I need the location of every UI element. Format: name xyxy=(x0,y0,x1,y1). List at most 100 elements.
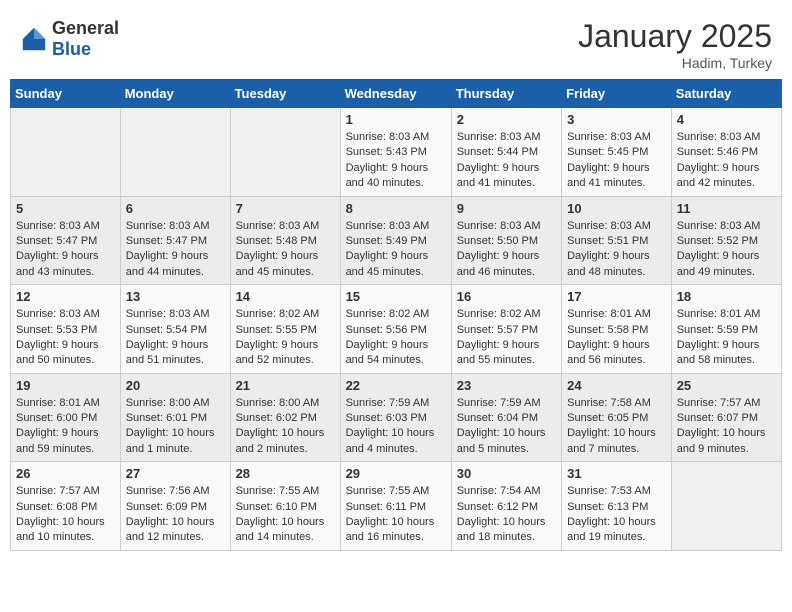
month-title: January 2025 xyxy=(578,18,772,55)
calendar-cell: 18Sunrise: 8:01 AM Sunset: 5:59 PM Dayli… xyxy=(671,285,781,374)
day-number: 13 xyxy=(126,289,225,304)
calendar-cell: 9Sunrise: 8:03 AM Sunset: 5:50 PM Daylig… xyxy=(451,196,561,285)
day-number: 17 xyxy=(567,289,666,304)
day-content: Sunrise: 8:00 AM Sunset: 6:02 PM Dayligh… xyxy=(236,396,335,458)
calendar-cell: 5Sunrise: 8:03 AM Sunset: 5:47 PM Daylig… xyxy=(11,196,121,285)
calendar-cell: 12Sunrise: 8:03 AM Sunset: 5:53 PM Dayli… xyxy=(11,285,121,374)
calendar-cell: 7 Sunrise: 8:03 AM Sunset: 5:48 PM Daylig… xyxy=(230,196,340,285)
weekday-header: Saturday xyxy=(671,80,781,108)
day-content: Sunrise: 8:03 AM Sunset: 5:47 PM Dayligh… xyxy=(126,219,225,281)
calendar-week-row: 26Sunrise: 7:57 AM Sunset: 6:08 PM Dayli… xyxy=(11,462,782,551)
day-number: 6 xyxy=(126,201,225,216)
calendar-week-row: 19 Sunrise: 8:01 AM Sunset: 6:00 PM Dayli… xyxy=(11,373,782,462)
day-content: Sunrise: 8:02 AM Sunset: 5:55 PM Dayligh… xyxy=(236,307,335,369)
day-content: Sunrise: 7:55 AM Sunset: 6:11 PM Dayligh… xyxy=(346,484,446,546)
calendar-cell xyxy=(120,108,230,197)
weekday-header: Sunday xyxy=(11,80,121,108)
weekday-header: Wednesday xyxy=(340,80,451,108)
day-content: Sunrise: 8:03 AM Sunset: 5:45 PM Dayligh… xyxy=(567,130,666,192)
day-content: Sunrise: 7:54 AM Sunset: 6:12 PM Dayligh… xyxy=(457,484,556,546)
day-content: Sunrise: 7:53 AM Sunset: 6:13 PM Dayligh… xyxy=(567,484,666,546)
day-content: Sunrise: 8:02 AM Sunset: 5:57 PM Dayligh… xyxy=(457,307,556,369)
logo-text: General Blue xyxy=(52,18,119,60)
header-row: SundayMondayTuesdayWednesdayThursdayFrid… xyxy=(11,80,782,108)
calendar-cell: 23 Sunrise: 7:59 AM Sunset: 6:04 PM Dayli… xyxy=(451,373,561,462)
day-content: Sunrise: 8:00 AM Sunset: 6:01 PM Dayligh… xyxy=(126,396,225,458)
day-number: 23 xyxy=(457,378,556,393)
calendar-cell: 6 Sunrise: 8:03 AM Sunset: 5:47 PM Daylig… xyxy=(120,196,230,285)
day-number: 30 xyxy=(457,466,556,481)
calendar-cell: 8 Sunrise: 8:03 AM Sunset: 5:49 PM Daylig… xyxy=(340,196,451,285)
calendar-cell: 24 Sunrise: 7:58 AM Sunset: 6:05 PM Dayli… xyxy=(562,373,672,462)
calendar-cell: 14 Sunrise: 8:02 AM Sunset: 5:55 PM Dayli… xyxy=(230,285,340,374)
day-content: Sunrise: 8:03 AM Sunset: 5:44 PM Dayligh… xyxy=(457,130,556,192)
day-content: Sunrise: 8:03 AM Sunset: 5:51 PM Dayligh… xyxy=(567,219,666,281)
day-content: Sunrise: 8:02 AM Sunset: 5:56 PM Dayligh… xyxy=(346,307,446,369)
calendar-cell xyxy=(671,462,781,551)
page-header: General Blue January 2025 Hadim, Turkey xyxy=(10,10,782,75)
day-content: Sunrise: 8:01 AM Sunset: 5:59 PM Dayligh… xyxy=(677,307,776,369)
day-number: 1 xyxy=(346,112,446,127)
location: Hadim, Turkey xyxy=(578,55,772,71)
day-number: 12 xyxy=(16,289,115,304)
day-content: Sunrise: 8:01 AM Sunset: 6:00 PM Dayligh… xyxy=(16,396,115,458)
calendar-cell: 21 Sunrise: 8:00 AM Sunset: 6:02 PM Dayli… xyxy=(230,373,340,462)
weekday-header: Tuesday xyxy=(230,80,340,108)
day-number: 7 xyxy=(236,201,335,216)
calendar-week-row: 1 Sunrise: 8:03 AM Sunset: 5:43 PM Daylig… xyxy=(11,108,782,197)
day-number: 31 xyxy=(567,466,666,481)
day-content: Sunrise: 8:03 AM Sunset: 5:50 PM Dayligh… xyxy=(457,219,556,281)
day-number: 5 xyxy=(16,201,115,216)
calendar-cell: 31 Sunrise: 7:53 AM Sunset: 6:13 PM Dayli… xyxy=(562,462,672,551)
day-content: Sunrise: 7:59 AM Sunset: 6:03 PM Dayligh… xyxy=(346,396,446,458)
day-number: 10 xyxy=(567,201,666,216)
calendar-cell: 17 Sunrise: 8:01 AM Sunset: 5:58 PM Dayli… xyxy=(562,285,672,374)
calendar-cell: 22 Sunrise: 7:59 AM Sunset: 6:03 PM Dayli… xyxy=(340,373,451,462)
day-number: 21 xyxy=(236,378,335,393)
calendar-cell xyxy=(230,108,340,197)
day-number: 8 xyxy=(346,201,446,216)
day-content: Sunrise: 7:56 AM Sunset: 6:09 PM Dayligh… xyxy=(126,484,225,546)
day-content: Sunrise: 7:58 AM Sunset: 6:05 PM Dayligh… xyxy=(567,396,666,458)
calendar-cell xyxy=(11,108,121,197)
day-content: Sunrise: 8:03 AM Sunset: 5:54 PM Dayligh… xyxy=(126,307,225,369)
logo-general: General xyxy=(52,18,119,38)
calendar-cell: 19 Sunrise: 8:01 AM Sunset: 6:00 PM Dayli… xyxy=(11,373,121,462)
day-content: Sunrise: 7:57 AM Sunset: 6:07 PM Dayligh… xyxy=(677,396,776,458)
calendar-cell: 4 Sunrise: 8:03 AM Sunset: 5:46 PM Daylig… xyxy=(671,108,781,197)
calendar-cell: 11 Sunrise: 8:03 AM Sunset: 5:52 PM Dayli… xyxy=(671,196,781,285)
logo: General Blue xyxy=(20,18,119,60)
calendar-cell: 26Sunrise: 7:57 AM Sunset: 6:08 PM Dayli… xyxy=(11,462,121,551)
day-content: Sunrise: 8:03 AM Sunset: 5:43 PM Dayligh… xyxy=(346,130,446,192)
day-number: 16 xyxy=(457,289,556,304)
calendar-cell: 2 Sunrise: 8:03 AM Sunset: 5:44 PM Daylig… xyxy=(451,108,561,197)
day-content: Sunrise: 7:55 AM Sunset: 6:10 PM Dayligh… xyxy=(236,484,335,546)
weekday-header: Thursday xyxy=(451,80,561,108)
day-number: 14 xyxy=(236,289,335,304)
title-section: January 2025 Hadim, Turkey xyxy=(578,18,772,71)
day-content: Sunrise: 7:59 AM Sunset: 6:04 PM Dayligh… xyxy=(457,396,556,458)
day-number: 4 xyxy=(677,112,776,127)
day-number: 2 xyxy=(457,112,556,127)
day-content: Sunrise: 8:03 AM Sunset: 5:49 PM Dayligh… xyxy=(346,219,446,281)
day-content: Sunrise: 8:03 AM Sunset: 5:52 PM Dayligh… xyxy=(677,219,776,281)
calendar-week-row: 5 Sunrise: 8:03 AM Sunset: 5:47 PM Daylig… xyxy=(11,196,782,285)
day-number: 11 xyxy=(677,201,776,216)
calendar-cell: 29Sunrise: 7:55 AM Sunset: 6:11 PM Dayli… xyxy=(340,462,451,551)
day-number: 19 xyxy=(16,378,115,393)
logo-icon xyxy=(20,25,48,53)
calendar-table: SundayMondayTuesdayWednesdayThursdayFrid… xyxy=(10,79,782,551)
logo-blue: Blue xyxy=(52,39,91,59)
day-number: 24 xyxy=(567,378,666,393)
day-number: 25 xyxy=(677,378,776,393)
calendar-cell: 10 Sunrise: 8:03 AM Sunset: 5:51 PM Dayli… xyxy=(562,196,672,285)
calendar-cell: 30 Sunrise: 7:54 AM Sunset: 6:12 PM Dayli… xyxy=(451,462,561,551)
day-number: 20 xyxy=(126,378,225,393)
day-number: 27 xyxy=(126,466,225,481)
day-content: Sunrise: 8:03 AM Sunset: 5:48 PM Dayligh… xyxy=(236,219,335,281)
day-content: Sunrise: 8:01 AM Sunset: 5:58 PM Dayligh… xyxy=(567,307,666,369)
calendar-cell: 13 Sunrise: 8:03 AM Sunset: 5:54 PM Dayli… xyxy=(120,285,230,374)
day-content: Sunrise: 8:03 AM Sunset: 5:46 PM Dayligh… xyxy=(677,130,776,192)
calendar-cell: 20 Sunrise: 8:00 AM Sunset: 6:01 PM Dayli… xyxy=(120,373,230,462)
day-number: 22 xyxy=(346,378,446,393)
